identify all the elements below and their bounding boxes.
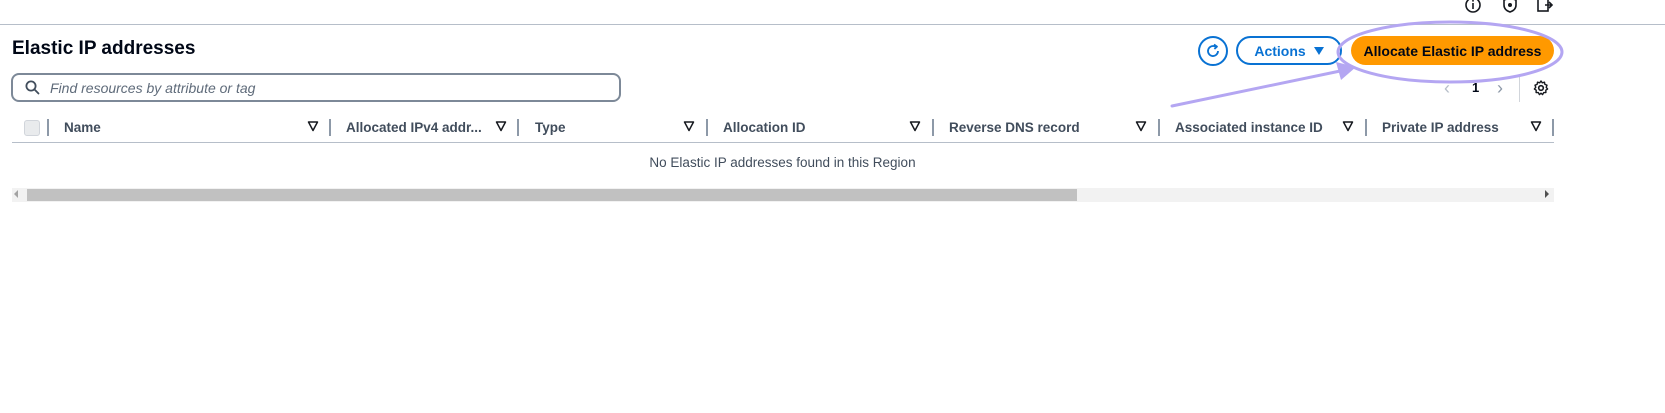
actions-button[interactable]: Actions: [1236, 36, 1342, 65]
allocate-elastic-ip-button[interactable]: Allocate Elastic IP address: [1351, 36, 1554, 65]
pagination-divider: [1519, 74, 1520, 102]
column-divider[interactable]: [329, 119, 331, 136]
column-divider: [47, 119, 49, 136]
filter-triangle-icon[interactable]: [909, 120, 921, 132]
filter-triangle-icon[interactable]: [1135, 120, 1147, 132]
column-header-allocated-ipv4[interactable]: Allocated IPv4 addr...: [346, 120, 482, 135]
column-divider[interactable]: [517, 119, 519, 136]
previous-page-icon[interactable]: ‹: [1444, 78, 1450, 99]
actions-label: Actions: [1254, 42, 1306, 59]
next-page-icon[interactable]: ›: [1497, 78, 1503, 99]
scrollbar-thumb[interactable]: [27, 189, 1077, 201]
filter-triangle-icon[interactable]: [307, 120, 319, 132]
top-divider: [0, 24, 1665, 25]
empty-state-message: No Elastic IP addresses found in this Re…: [649, 155, 916, 170]
column-divider[interactable]: [1365, 119, 1367, 136]
column-header-name[interactable]: Name: [64, 120, 101, 135]
column-divider[interactable]: [932, 119, 934, 136]
column-header-associated-instance[interactable]: Associated instance ID: [1175, 120, 1323, 135]
filter-triangle-icon[interactable]: [1342, 120, 1354, 132]
column-header-private-ip[interactable]: Private IP address: [1382, 120, 1499, 135]
refresh-icon: [1207, 43, 1219, 57]
column-header-type[interactable]: Type: [535, 120, 566, 135]
filter-triangle-icon[interactable]: [495, 120, 507, 132]
search-icon: [25, 80, 40, 95]
search-input[interactable]: Find resources by attribute or tag: [11, 73, 621, 102]
column-divider[interactable]: [1158, 119, 1160, 136]
column-divider[interactable]: [706, 119, 708, 136]
page-title: Elastic IP addresses: [12, 38, 196, 59]
info-icon[interactable]: [1464, 0, 1482, 14]
filter-triangle-icon[interactable]: [683, 120, 695, 132]
page-number[interactable]: 1: [1472, 80, 1479, 95]
column-header-allocation-id[interactable]: Allocation ID: [723, 120, 806, 135]
refresh-button[interactable]: [1198, 36, 1228, 66]
shield-icon[interactable]: [1501, 0, 1519, 14]
filter-triangle-icon[interactable]: [1530, 120, 1542, 132]
column-divider[interactable]: [1552, 119, 1554, 136]
scroll-right-icon[interactable]: [1545, 190, 1549, 198]
column-header-reverse-dns[interactable]: Reverse DNS record: [949, 120, 1080, 135]
caret-down-icon: [1313, 46, 1324, 55]
annotation-arrow-line: [1170, 68, 1347, 108]
search-placeholder: Find resources by attribute or tag: [50, 79, 256, 96]
scroll-left-icon[interactable]: [14, 190, 18, 198]
annotation-arrowhead: [1336, 62, 1356, 80]
gear-icon[interactable]: [1533, 80, 1549, 96]
export-icon[interactable]: [1536, 0, 1554, 14]
select-all-checkbox[interactable]: [24, 120, 40, 136]
